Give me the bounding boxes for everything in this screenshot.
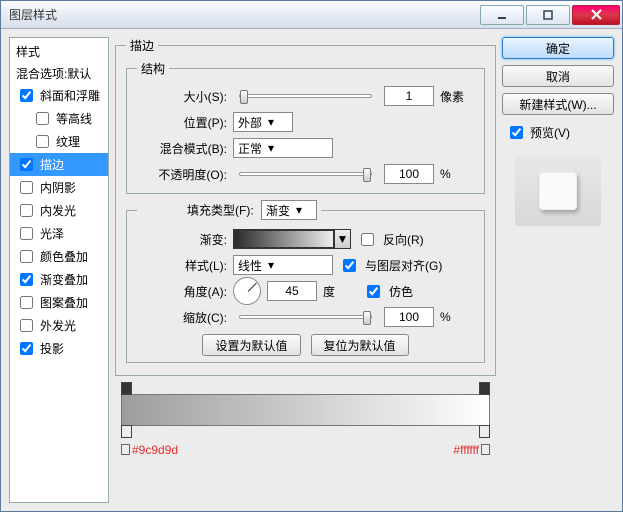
sidebar-item-outerglow[interactable]: 外发光 [10,314,108,337]
sidebar-item-texture[interactable]: 纹理 [10,130,108,153]
panel-title: 描边 [126,37,158,54]
blendmode-select[interactable]: 正常▾ [233,138,333,158]
size-slider[interactable] [239,94,372,98]
stop-icon [481,444,490,455]
style-label: 样式(L): [137,257,227,274]
opacity-label: 不透明度(O): [137,166,227,183]
gradient-label: 渐变: [137,231,227,248]
scale-input[interactable]: 100 [384,307,434,327]
angle-dial[interactable] [233,277,261,305]
position-label: 位置(P): [137,114,227,131]
layer-style-dialog: 图层样式 样式 混合选项:默认 斜面和浮雕 等高线 纹理 描边 内阴影 内发光 … [0,0,623,512]
contour-checkbox[interactable] [36,112,49,125]
sidebar-item-satin[interactable]: 光泽 [10,222,108,245]
angle-label: 角度(A): [137,283,227,300]
sidebar-item-innerglow[interactable]: 内发光 [10,199,108,222]
preview-thumbnail [515,156,601,226]
maximize-button[interactable] [526,5,570,25]
new-style-button[interactable]: 新建样式(W)... [502,93,614,115]
reverse-checkbox[interactable] [361,233,374,246]
align-label: 与图层对齐(G) [365,257,442,274]
filltype-select[interactable]: 渐变▾ [261,200,317,220]
color-stop-left[interactable] [121,425,132,438]
structure-legend: 结构 [137,60,169,77]
gradientoverlay-checkbox[interactable] [20,273,33,286]
chevron-down-icon: ▾ [268,141,274,155]
gradient-picker[interactable]: ▼ [233,229,351,249]
sidebar-item-innershadow[interactable]: 内阴影 [10,176,108,199]
action-column: 确定 取消 新建样式(W)... 预览(V) [502,37,614,503]
opacity-stop-right[interactable] [479,382,490,395]
blend-label: 混合模式(B): [137,140,227,157]
stop-icon [121,444,130,455]
opacity-input[interactable]: 100 [384,164,434,184]
opacity-unit: % [440,167,474,181]
chevron-down-icon: ▾ [268,258,274,272]
stroke-fieldset: 描边 结构 大小(S): 1 像素 位置(P): 外部▾ 混合模式(B): [115,37,496,376]
preview-label: 预览(V) [530,124,570,141]
structure-group: 结构 大小(S): 1 像素 位置(P): 外部▾ 混合模式(B): 正常▾ [126,60,485,194]
angle-unit: 度 [323,283,357,300]
position-select[interactable]: 外部▾ [233,112,293,132]
styles-sidebar: 样式 混合选项:默认 斜面和浮雕 等高线 纹理 描边 内阴影 内发光 光泽 颜色… [9,37,109,503]
sidebar-item-patternoverlay[interactable]: 图案叠加 [10,291,108,314]
fill-group: 填充类型(F): 渐变▾ 渐变: ▼ 反向(R) 样式(L): [126,200,485,363]
window-title: 图层样式 [1,6,479,23]
set-default-button[interactable]: 设置为默认值 [202,334,300,356]
chevron-down-icon: ▾ [296,203,302,217]
reset-default-button[interactable]: 复位为默认值 [311,334,409,356]
sidebar-item-blendopts[interactable]: 混合选项:默认 [10,63,108,84]
angle-input[interactable]: 45 [267,281,317,301]
color-stop-right[interactable] [479,425,490,438]
titlebar: 图层样式 [1,1,622,29]
texture-checkbox[interactable] [36,135,49,148]
gradstyle-select[interactable]: 线性▾ [233,255,333,275]
main-panel: 描边 结构 大小(S): 1 像素 位置(P): 外部▾ 混合模式(B): [115,37,496,503]
preview-cube-icon [539,172,577,210]
scale-unit: % [440,310,474,324]
size-label: 大小(S): [137,88,227,105]
bevel-checkbox[interactable] [20,89,33,102]
size-input[interactable]: 1 [384,86,434,106]
patternoverlay-checkbox[interactable] [20,296,33,309]
opacity-stop-left[interactable] [121,382,132,395]
dropshadow-checkbox[interactable] [20,342,33,355]
align-checkbox[interactable] [343,259,356,272]
reverse-label: 反向(R) [383,231,424,248]
gradient-bar[interactable] [121,394,490,426]
close-button[interactable] [572,5,620,25]
sidebar-item-coloroverlay[interactable]: 颜色叠加 [10,245,108,268]
ok-button[interactable]: 确定 [502,37,614,59]
coloroverlay-checkbox[interactable] [20,250,33,263]
scale-label: 缩放(C): [137,309,227,326]
innerglow-checkbox[interactable] [20,204,33,217]
minimize-button[interactable] [480,5,524,25]
sidebar-header: 样式 [10,40,108,63]
filltype-label: 填充类型(F): [187,204,254,218]
chevron-down-icon: ▾ [268,115,274,129]
outerglow-checkbox[interactable] [20,319,33,332]
sidebar-item-dropshadow[interactable]: 投影 [10,337,108,360]
sidebar-item-stroke[interactable]: 描边 [10,153,108,176]
sidebar-item-gradientoverlay[interactable]: 渐变叠加 [10,268,108,291]
gradient-editor[interactable]: #9c9d9d #ffffff [115,394,496,456]
right-color-annotation: #ffffff [453,439,492,458]
stroke-checkbox[interactable] [20,158,33,171]
satin-checkbox[interactable] [20,227,33,240]
cancel-button[interactable]: 取消 [502,65,614,87]
scale-slider[interactable] [239,315,372,319]
dither-label: 仿色 [389,283,413,300]
preview-checkbox[interactable] [510,126,523,139]
gradient-preview [234,230,334,248]
opacity-slider[interactable] [239,172,372,176]
sidebar-item-bevel[interactable]: 斜面和浮雕 [10,84,108,107]
size-unit: 像素 [440,88,474,105]
left-color-annotation: #9c9d9d [119,439,178,458]
gradient-dropdown-button[interactable]: ▼ [334,230,350,248]
dither-checkbox[interactable] [367,285,380,298]
sidebar-item-contour[interactable]: 等高线 [10,107,108,130]
innershadow-checkbox[interactable] [20,181,33,194]
